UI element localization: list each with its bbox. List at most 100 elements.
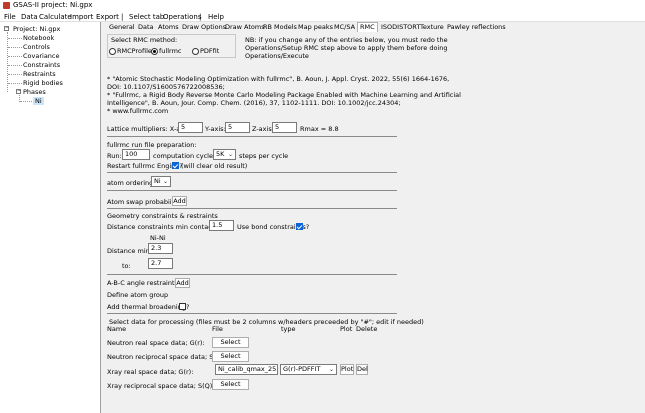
- tree-item-restraints[interactable]: Restraints: [23, 70, 56, 78]
- tab-data[interactable]: Data: [136, 23, 156, 32]
- data-tree[interactable]: − Project: Ni.gpx Notebook Controls Cova…: [0, 22, 101, 413]
- dist-min-label: Distance min:: [107, 247, 152, 255]
- tree-item-constraints[interactable]: Constraints: [23, 61, 60, 69]
- tab-bar: General Data Atoms Draw Options Draw Ato…: [103, 22, 645, 33]
- abc-add-button[interactable]: Add: [175, 278, 190, 288]
- menu-bar: File Data Calculate Import Export | Sele…: [0, 12, 645, 22]
- menu-import[interactable]: Import: [70, 13, 93, 21]
- lattice-y-input[interactable]: 5: [225, 122, 250, 133]
- menu-data[interactable]: Data: [21, 13, 38, 21]
- tree-item-phases[interactable]: Phases: [23, 88, 46, 96]
- steps-label: steps per cycle: [239, 152, 289, 160]
- bond-constraints-checkbox[interactable]: [296, 223, 303, 230]
- tree-item-controls[interactable]: Controls: [23, 43, 50, 51]
- title-bar: GSAS-II project: Ni.gpx: [0, 0, 645, 12]
- divider: [107, 172, 397, 173]
- app-icon: [3, 2, 10, 9]
- column-name: Name: [107, 325, 127, 333]
- thermal-broadening-checkbox[interactable]: [179, 303, 186, 310]
- menu-select-tab[interactable]: Select tab: [129, 13, 164, 21]
- atom-ordering-select[interactable]: Ni ⌄: [151, 176, 171, 187]
- chevron-down-icon: ⌄: [328, 366, 334, 373]
- divider: [107, 274, 397, 275]
- dist-min-input[interactable]: 2.3: [148, 243, 173, 254]
- chevron-down-icon: ⌄: [227, 151, 233, 158]
- dist-max-input[interactable]: 2.7: [148, 258, 173, 269]
- neutron-recip-select-button[interactable]: Select: [212, 351, 249, 362]
- divider: [107, 313, 397, 314]
- tab-rb-models[interactable]: RB Models: [261, 23, 299, 32]
- atom-ordering-label: atom ordering:: [107, 179, 156, 187]
- neutron-real-select-button[interactable]: Select: [212, 337, 249, 348]
- xray-real-file-input[interactable]: Ni_calib_qmax_25.gr: [215, 364, 278, 375]
- xray-real-delete-button[interactable]: Del: [356, 364, 368, 375]
- tree-item-rigid-bodies[interactable]: Rigid bodies: [23, 79, 63, 87]
- column-delete: Delete: [356, 325, 378, 333]
- reference-website: * www.fullrmc.com: [107, 107, 169, 115]
- run-count-input[interactable]: 100: [122, 149, 150, 160]
- method-note-1: NB: if you change any of the entries bel…: [245, 36, 448, 44]
- lattice-z-input[interactable]: 5: [272, 122, 297, 133]
- lattice-z-label: Z-axis:: [252, 125, 274, 133]
- radio-rmcprofile[interactable]: [109, 48, 116, 55]
- tab-mcsa[interactable]: MC/SA: [332, 23, 357, 32]
- menu-calculate[interactable]: Calculate: [39, 13, 72, 21]
- method-note-3: Operations/Execute: [245, 52, 309, 60]
- dist-max-label: to:: [122, 262, 131, 270]
- radio-fullrmc-label[interactable]: fullrmc: [159, 47, 181, 55]
- menu-file[interactable]: File: [4, 13, 16, 21]
- tab-atoms[interactable]: Atoms: [156, 23, 181, 32]
- collapse-icon[interactable]: −: [4, 26, 9, 31]
- tree-item-phase-ni[interactable]: Ni: [33, 97, 44, 105]
- window-title: GSAS-II project: Ni.gpx: [13, 1, 93, 9]
- xray-real-type-select[interactable]: G(r)-PDFFIT ⌄: [280, 364, 337, 375]
- radio-pdffit-label[interactable]: PDFfit: [200, 47, 219, 55]
- radio-rmcprofile-label[interactable]: RMCProfile: [117, 47, 152, 55]
- tree-item-covariance[interactable]: Covariance: [23, 52, 60, 60]
- menu-export[interactable]: Export: [96, 13, 119, 21]
- runfile-heading: fullrmc run file preparation:: [107, 141, 197, 149]
- restart-checkbox[interactable]: [172, 162, 179, 169]
- method-note-2: Operations/Setup RMC step above to apply…: [245, 44, 448, 52]
- pair-label: Ni-Ni: [150, 234, 166, 242]
- menu-operations[interactable]: Operations: [163, 13, 201, 21]
- tab-map-peaks[interactable]: Map peaks: [296, 23, 335, 32]
- lattice-y-label: Y-axis:: [205, 125, 226, 133]
- thermal-broadening-label: Add thermal broadening?: [107, 303, 190, 311]
- vertical-scrollbar[interactable]: [636, 32, 645, 413]
- define-atom-group[interactable]: Define atom group: [107, 291, 168, 299]
- collapse-icon[interactable]: −: [16, 89, 21, 94]
- reference-1-doi: DOI: 10.1107/S1600576722008536;: [107, 83, 225, 91]
- divider: [107, 190, 397, 191]
- xray-recip-select-button[interactable]: Select: [212, 379, 249, 390]
- menu-help[interactable]: Help: [208, 13, 224, 21]
- run-label: Run:: [107, 152, 122, 160]
- tab-draw-options[interactable]: Draw Options: [180, 23, 228, 32]
- tab-general[interactable]: General: [107, 23, 137, 32]
- data-row-xray-recip-label: Xray reciprocal space data; S(Q)-1:: [107, 382, 222, 390]
- abc-angle-label: A-B-C angle restraints: [107, 279, 178, 287]
- divider: [107, 136, 397, 137]
- tree-root[interactable]: Project: Ni.gpx: [13, 25, 60, 33]
- atom-swap-add-button[interactable]: Add: [172, 196, 187, 206]
- method-label: Select RMC method:: [111, 36, 178, 44]
- min-contact-input[interactable]: 1.5: [209, 220, 234, 231]
- tab-isodistort[interactable]: ISODISTORT: [379, 23, 422, 32]
- divider: [107, 208, 397, 209]
- restart-note: (will clear old result): [181, 162, 248, 170]
- xray-real-plot-button[interactable]: Plot: [340, 364, 354, 375]
- column-type: type: [281, 325, 296, 333]
- data-row-neutron-real-label: Neutron real space data; G(r):: [107, 339, 205, 347]
- lattice-x-input[interactable]: 5: [178, 122, 203, 133]
- column-file: File: [212, 325, 223, 333]
- radio-fullrmc[interactable]: [151, 48, 158, 55]
- tab-texture[interactable]: Texture: [418, 23, 446, 32]
- reference-2: * "Fullrmc, a Rigid Body Reverse Monte C…: [107, 91, 461, 99]
- data-row-xray-real-label: Xray real space data; G(r):: [107, 368, 194, 376]
- tree-item-notebook[interactable]: Notebook: [23, 34, 54, 42]
- menu-separator: |: [121, 13, 124, 21]
- tab-pawley-reflections[interactable]: Pawley reflections: [445, 23, 508, 32]
- geometry-heading: Geometry constraints & restraints: [107, 212, 218, 220]
- radio-pdffit[interactable]: [192, 48, 199, 55]
- steps-select[interactable]: 5K ⌄: [213, 149, 236, 160]
